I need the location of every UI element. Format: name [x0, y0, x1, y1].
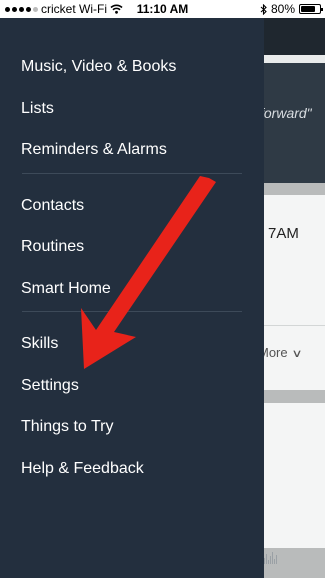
- menu-item-smart-home[interactable]: Smart Home: [21, 280, 111, 298]
- menu-item-lists[interactable]: Lists: [21, 100, 54, 118]
- battery-icon: [299, 4, 323, 14]
- background-content: forward" 7AM More∨: [264, 18, 325, 578]
- menu-item-contacts[interactable]: Contacts: [21, 197, 84, 215]
- navigation-drawer: Music, Video & Books Lists Reminders & Ala…: [0, 18, 264, 578]
- status-right: 80%: [260, 2, 323, 16]
- status-bar: cricket Wi-Fi 11:10 AM 80%: [0, 0, 325, 18]
- background-quote-text: forward": [264, 105, 312, 121]
- menu-separator: [22, 172, 242, 174]
- menu-separator: [22, 311, 242, 312]
- chevron-down-icon: ∨: [291, 348, 303, 360]
- background-card-2: [264, 403, 325, 548]
- menu-item-skills[interactable]: Skills: [21, 335, 58, 353]
- menu-item-routines[interactable]: Routines: [21, 238, 84, 256]
- menu-item-settings[interactable]: Settings: [21, 377, 79, 395]
- background-header: [264, 18, 325, 55]
- menu-item-things-to-try[interactable]: Things to Try: [21, 418, 113, 436]
- menu-item-reminders-and-alarms[interactable]: Reminders & Alarms: [21, 141, 167, 159]
- bluetooth-icon: [260, 3, 267, 15]
- battery-percent: 80%: [270, 2, 295, 16]
- menu-item-music-video-and-books[interactable]: Music, Video & Books: [21, 58, 176, 76]
- background-card: 7AM More∨: [264, 195, 325, 390]
- background-more-button: More∨: [264, 345, 303, 360]
- background-quote-card: forward": [264, 63, 325, 183]
- background-time-text: 7AM: [268, 225, 299, 242]
- equalizer-icon: [264, 552, 277, 564]
- battery-fill: [301, 6, 315, 12]
- menu-item-help-and-feedback[interactable]: Help & Feedback: [21, 460, 144, 478]
